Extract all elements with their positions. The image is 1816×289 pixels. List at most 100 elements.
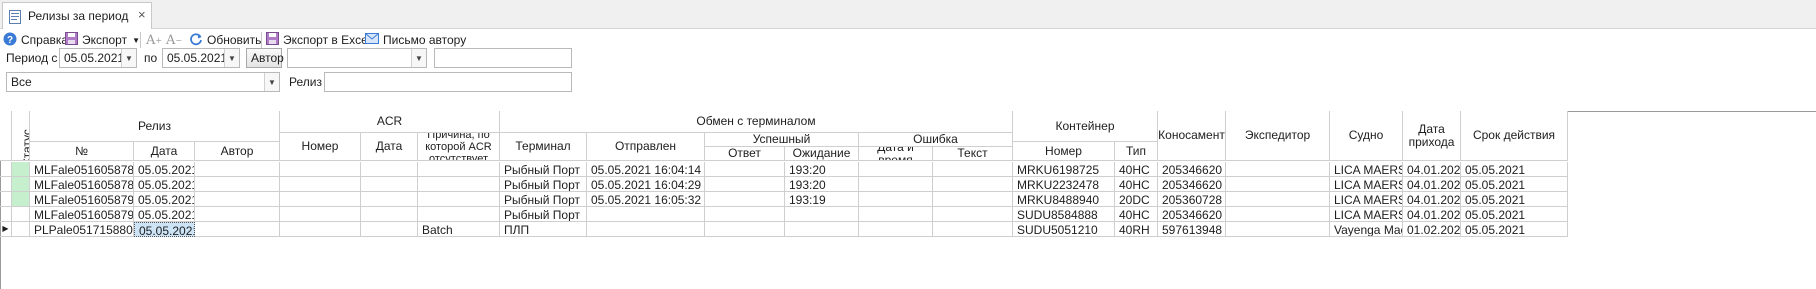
cell-vessel[interactable]: LICA MAERSK xyxy=(1330,192,1403,207)
cell-err-dt[interactable] xyxy=(859,222,933,237)
cell-bill[interactable]: 205360728 xyxy=(1158,192,1226,207)
cell-cont-no[interactable]: MRKU6198725 xyxy=(1013,162,1115,177)
cell-waiting[interactable] xyxy=(785,222,859,237)
release-author-header[interactable]: Автор xyxy=(195,142,280,161)
cell-waiting[interactable]: 193:20 xyxy=(785,162,859,177)
status-cell[interactable] xyxy=(12,177,30,192)
cell-vessel[interactable]: LICA MAERSK xyxy=(1330,177,1403,192)
acr-date-header[interactable]: Дата xyxy=(361,133,418,161)
cell-cont-no[interactable]: SUDU8584888 xyxy=(1013,207,1115,222)
cell-err-text[interactable] xyxy=(933,207,1013,222)
cell-err-dt[interactable] xyxy=(859,162,933,177)
author-select[interactable]: ▼ xyxy=(287,48,427,68)
cell-author[interactable] xyxy=(195,177,280,192)
row-indicator[interactable]: ▶ xyxy=(0,222,12,237)
chevron-down-icon[interactable]: ▼ xyxy=(264,73,279,91)
cell-acr-date[interactable] xyxy=(361,192,418,207)
cell-err-dt[interactable] xyxy=(859,207,933,222)
cell-cont-type[interactable]: 20DC xyxy=(1115,192,1158,207)
cell-forwarder[interactable] xyxy=(1226,207,1330,222)
cell-err-text[interactable] xyxy=(933,162,1013,177)
validity-header[interactable]: Срок действия xyxy=(1461,111,1568,161)
bill-header[interactable]: Коносамент xyxy=(1158,111,1226,161)
cell-reason[interactable]: Batch xyxy=(418,222,500,237)
cell-bill[interactable]: 205346620 xyxy=(1158,207,1226,222)
release-date-header[interactable]: Дата xyxy=(134,142,195,161)
cell-arrival[interactable]: 04.01.2021 xyxy=(1403,192,1461,207)
acr-reason-header[interactable]: Причина, по которой ACR отсутствует xyxy=(418,133,500,161)
status-filter-select[interactable]: Все ▼ xyxy=(6,72,280,92)
cell-err-dt[interactable] xyxy=(859,192,933,207)
cell-sent[interactable] xyxy=(587,222,705,237)
cell-forwarder[interactable] xyxy=(1226,162,1330,177)
cell-vessel[interactable]: LICA MAERSK xyxy=(1330,162,1403,177)
date-from-field[interactable]: 05.05.2021 ▼ xyxy=(59,48,137,68)
cell-no[interactable]: MLFale0516058789 xyxy=(30,177,134,192)
cell-bill[interactable]: 205346620 xyxy=(1158,162,1226,177)
cell-cont-type[interactable]: 40HC xyxy=(1115,162,1158,177)
forwarder-header[interactable]: Экспедитор xyxy=(1226,111,1330,161)
font-increase-button[interactable]: A + xyxy=(146,29,162,51)
cell-no[interactable]: MLFale0516058792 xyxy=(30,192,134,207)
cell-author[interactable] xyxy=(195,162,280,177)
cell-no[interactable]: MLFale0516058787 xyxy=(30,162,134,177)
cell-no[interactable]: PLPale0517158800 xyxy=(30,222,134,237)
cell-answer[interactable] xyxy=(705,222,785,237)
cell-arrival[interactable]: 04.01.2021 xyxy=(1403,162,1461,177)
cell-sent[interactable]: 05.05.2021 16:04:29 xyxy=(587,177,705,192)
cell-terminal[interactable]: Рыбный Порт xyxy=(500,192,587,207)
status-cell[interactable] xyxy=(12,162,30,177)
cell-sent[interactable]: 05.05.2021 16:04:14 xyxy=(587,162,705,177)
cell-validity[interactable]: 05.05.2021 xyxy=(1461,162,1568,177)
vessel-header[interactable]: Судно xyxy=(1330,111,1403,161)
cell-answer[interactable] xyxy=(705,177,785,192)
cell-terminal[interactable]: Рыбный Порт xyxy=(500,177,587,192)
sent-header[interactable]: Отправлен xyxy=(587,133,705,161)
release-no-header[interactable]: № xyxy=(30,142,134,161)
status-cell[interactable] xyxy=(12,192,30,207)
error-datetime-header[interactable]: Дата и время xyxy=(859,147,933,161)
acr-number-header[interactable]: Номер xyxy=(280,133,361,161)
cell-terminal[interactable]: Рыбный Порт xyxy=(500,207,587,222)
row-indicator[interactable] xyxy=(0,177,12,192)
cell-vessel[interactable]: Vayenga Maersk xyxy=(1330,222,1403,237)
cell-terminal[interactable]: Рыбный Порт xyxy=(500,162,587,177)
cell-waiting[interactable] xyxy=(785,207,859,222)
cell-sent[interactable] xyxy=(587,207,705,222)
cell-acr-date[interactable] xyxy=(361,222,418,237)
terminal-header[interactable]: Терминал xyxy=(500,133,587,161)
error-text-header[interactable]: Текст xyxy=(933,147,1013,161)
status-cell[interactable] xyxy=(12,222,30,237)
cell-reason[interactable] xyxy=(418,207,500,222)
cell-validity[interactable]: 05.05.2021 xyxy=(1461,177,1568,192)
cell-err-text[interactable] xyxy=(933,192,1013,207)
cell-date[interactable]: 05.05.2021 xyxy=(134,192,195,207)
cell-acr-date[interactable] xyxy=(361,207,418,222)
cell-date[interactable]: 05.05.2021 xyxy=(134,222,195,237)
chevron-down-icon[interactable]: ▼ xyxy=(411,49,426,67)
cell-bill[interactable]: 205346620 xyxy=(1158,177,1226,192)
cell-date[interactable]: 05.05.2021 xyxy=(134,207,195,222)
cell-waiting[interactable]: 193:20 xyxy=(785,177,859,192)
cell-acr-no[interactable] xyxy=(280,177,361,192)
cell-date[interactable]: 05.05.2021 xyxy=(134,177,195,192)
cell-bill[interactable]: 597613948 xyxy=(1158,222,1226,237)
cell-validity[interactable]: 05.05.2021 xyxy=(1461,222,1568,237)
author-button[interactable]: Автор xyxy=(246,48,284,68)
cell-acr-no[interactable] xyxy=(280,162,361,177)
extra-input[interactable] xyxy=(434,48,572,68)
cell-cont-type[interactable]: 40HC xyxy=(1115,207,1158,222)
cell-waiting[interactable]: 193:19 xyxy=(785,192,859,207)
cell-acr-no[interactable] xyxy=(280,192,361,207)
cell-cont-no[interactable]: MRKU2232478 xyxy=(1013,177,1115,192)
waiting-header[interactable]: Ожидание xyxy=(785,147,859,161)
cell-author[interactable] xyxy=(195,207,280,222)
cell-acr-date[interactable] xyxy=(361,177,418,192)
chevron-down-icon[interactable]: ▼ xyxy=(224,49,239,67)
cell-reason[interactable] xyxy=(418,192,500,207)
release-input[interactable] xyxy=(324,72,572,92)
cell-answer[interactable] xyxy=(705,162,785,177)
cell-validity[interactable]: 05.05.2021 xyxy=(1461,192,1568,207)
row-indicator[interactable] xyxy=(0,192,12,207)
answer-header[interactable]: Ответ xyxy=(705,147,785,161)
